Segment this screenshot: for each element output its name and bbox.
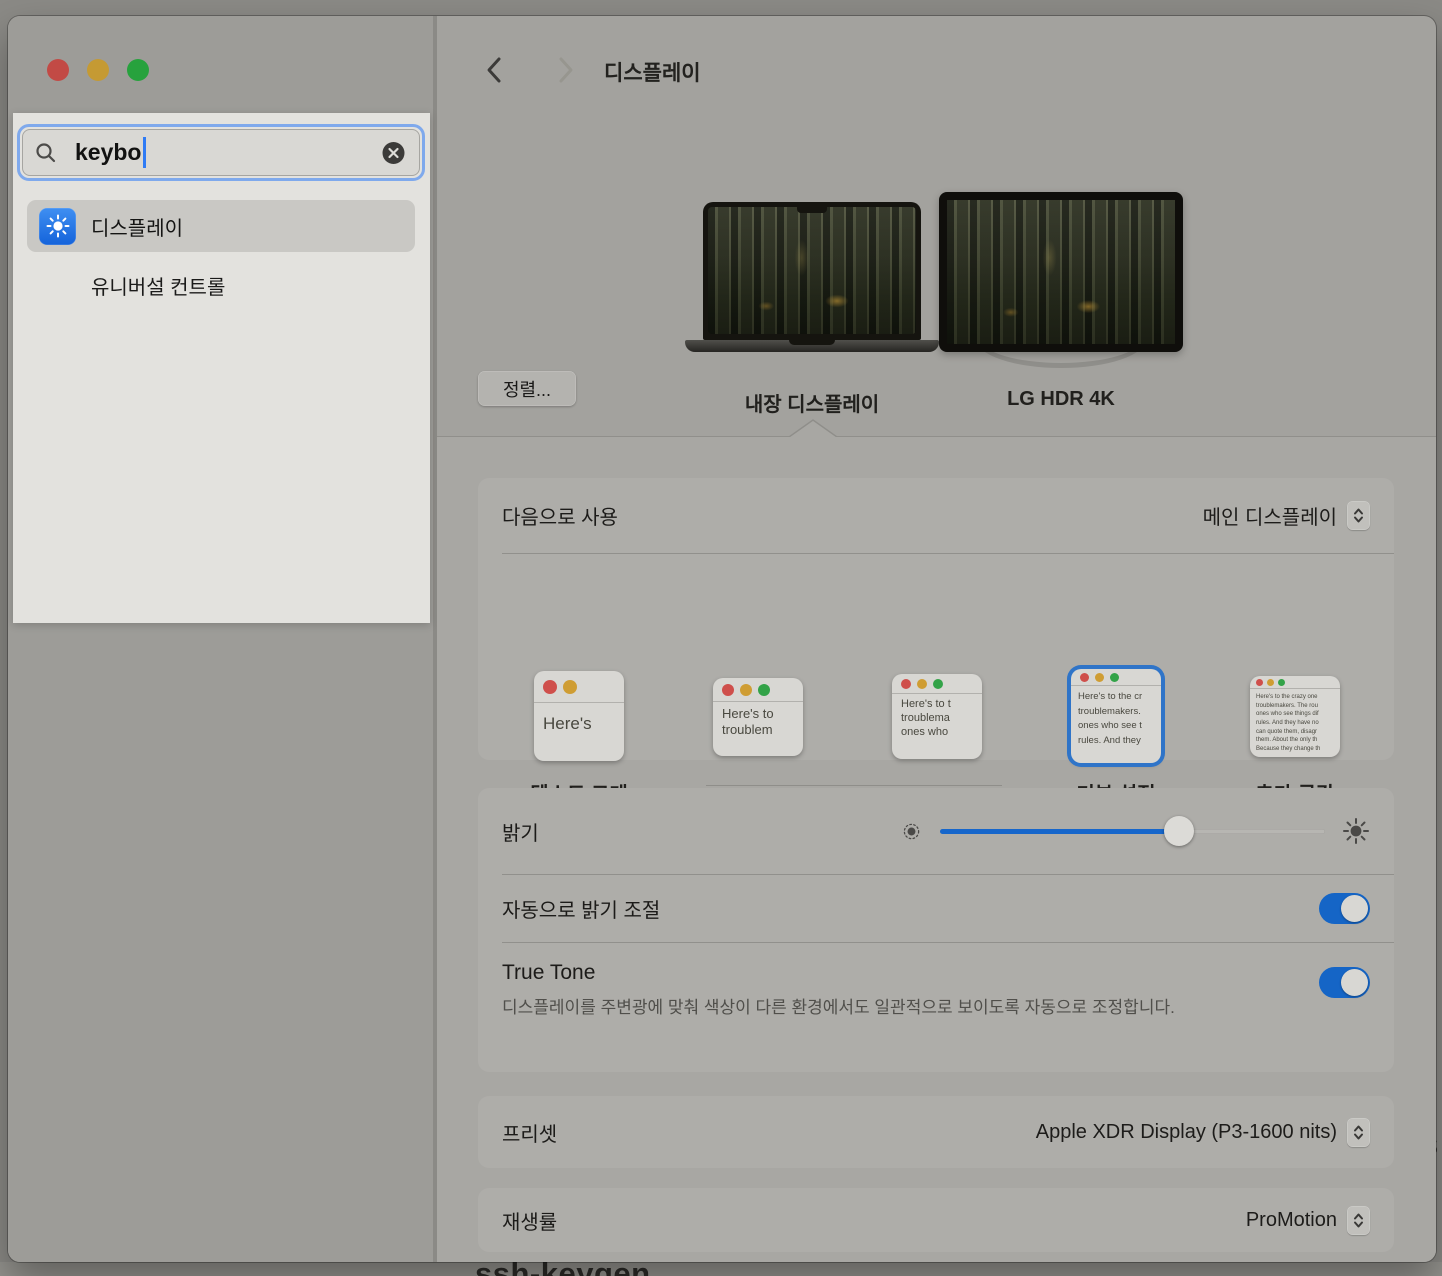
display-mode-card: 다음으로 사용 메인 디스플레이 Here's He: [478, 478, 1394, 760]
display-thumbnail-builtin[interactable]: [685, 202, 939, 352]
mock-window-text: Here's to the cr troublemakers. ones who…: [1071, 686, 1161, 749]
refresh-rate-row: 재생률 ProMotion: [478, 1188, 1394, 1252]
laptop-base: [685, 340, 939, 352]
true-tone-description: 디스플레이를 주변광에 맞춰 색상이 다른 환경에서도 일관적으로 보이도록 자…: [502, 993, 1175, 1023]
brightness-low-icon: [902, 822, 921, 841]
mock-window-titlebar: [1071, 669, 1161, 686]
preset-row: 프리셋 Apple XDR Display (P3-1600 nits): [478, 1096, 1394, 1168]
background-window-strip: [0, 1262, 1442, 1276]
search-input[interactable]: keybo: [22, 129, 420, 176]
scaling-track-line: [706, 785, 1002, 786]
wallpaper-image: [947, 200, 1175, 344]
preset-value: Apple XDR Display (P3-1600 nits): [1036, 1121, 1337, 1144]
refresh-rate-popup-button[interactable]: [1347, 1206, 1370, 1235]
auto-brightness-row: 자동으로 밝기 조절: [478, 875, 1394, 942]
preset-popup-button[interactable]: [1347, 1118, 1370, 1147]
refresh-rate-label: 재생률: [502, 1206, 557, 1235]
mock-window-titlebar: [713, 678, 803, 702]
text-caret: [143, 137, 146, 168]
display-name-lg: LG HDR 4K: [941, 388, 1181, 411]
auto-brightness-label: 자동으로 밝기 조절: [502, 894, 660, 923]
refresh-rate-value: ProMotion: [1246, 1209, 1337, 1232]
search-query-text: keybo: [75, 139, 141, 166]
scaling-option-more-space[interactable]: Here's to the crazy one troublemakers. T…: [1250, 676, 1340, 757]
scaling-option-default[interactable]: Here's to the cr troublemakers. ones who…: [1071, 669, 1161, 763]
laptop-screen: [703, 202, 921, 340]
mock-window-text: Here's to t troublema ones who: [892, 694, 982, 739]
minimize-button[interactable]: [87, 59, 109, 81]
search-result-label: 유니버설 컨트롤: [91, 271, 225, 300]
chevron-up-down-icon: [1353, 1124, 1364, 1141]
brightness-slider-thumb[interactable]: [1164, 816, 1194, 846]
true-tone-toggle[interactable]: [1319, 967, 1370, 998]
close-button[interactable]: [47, 59, 69, 81]
scaling-option-larger-text[interactable]: Here's: [534, 671, 624, 761]
brightness-slider[interactable]: [940, 829, 1325, 834]
true-tone-row: True Tone 디스플레이를 주변광에 맞춰 색상이 다른 환경에서도 일관…: [478, 943, 1394, 1023]
toggle-knob: [1341, 969, 1368, 996]
brightness-row: 밝기: [478, 788, 1394, 874]
brightness-label: 밝기: [502, 817, 539, 846]
forward-button[interactable]: [557, 56, 575, 84]
chevron-up-down-icon: [1353, 507, 1364, 524]
mock-window-titlebar: [1250, 676, 1340, 689]
use-as-popup-button[interactable]: [1347, 501, 1370, 530]
mock-window-titlebar: [892, 674, 982, 694]
brightness-card: 밝기: [478, 788, 1394, 1072]
scaling-option-2[interactable]: Here's to troublem: [713, 678, 803, 756]
preset-label: 프리셋: [502, 1118, 557, 1147]
use-as-label: 다음으로 사용: [502, 501, 618, 530]
section-divider: [437, 436, 1436, 437]
true-tone-label: True Tone: [502, 961, 1175, 985]
page-title: 디스플레이: [604, 57, 701, 87]
preset-card: 프리셋 Apple XDR Display (P3-1600 nits): [478, 1096, 1394, 1168]
desktop: { "background": { "clipped_text_bottom":…: [0, 0, 1442, 1276]
scaling-options: Here's Here's to troublem Here's to t tr…: [478, 554, 1394, 760]
use-as-value: 메인 디스플레이: [1203, 501, 1337, 530]
search-results-panel: keybo 디스플레: [13, 113, 430, 623]
search-result-label: 디스플레이: [91, 212, 183, 241]
laptop-notch: [797, 207, 827, 213]
wallpaper-image: [708, 207, 916, 334]
use-as-row: 다음으로 사용 메인 디스플레이: [478, 478, 1394, 553]
mock-window-text: Here's to the crazy one troublemakers. T…: [1250, 689, 1340, 754]
auto-brightness-toggle[interactable]: [1319, 893, 1370, 924]
monitor-frame: [939, 192, 1183, 352]
system-settings-window: keybo 디스플레: [8, 16, 1436, 1262]
display-name-builtin: 내장 디스플레이: [692, 388, 932, 417]
back-button[interactable]: [485, 56, 503, 84]
arrange-button[interactable]: 정렬...: [478, 371, 576, 406]
brightness-icon: [39, 208, 76, 245]
selected-display-pointer: [789, 419, 837, 437]
window-controls: [47, 59, 149, 81]
mock-window-text: Here's: [534, 703, 624, 734]
chevron-up-down-icon: [1353, 1212, 1364, 1229]
search-focus-ring: keybo: [17, 124, 425, 181]
brightness-high-icon: [1342, 817, 1370, 845]
display-thumbnail-lg-hdr-4k[interactable]: [939, 192, 1183, 352]
search-result-displays[interactable]: 디스플레이: [27, 200, 415, 252]
refresh-rate-card: 재생률 ProMotion: [478, 1188, 1394, 1252]
zoom-button[interactable]: [127, 59, 149, 81]
brightness-slider-fill: [940, 829, 1179, 834]
search-result-universal-control[interactable]: 유니버설 컨트롤: [27, 261, 415, 309]
search-icon: [35, 142, 57, 164]
scaling-option-3[interactable]: Here's to t troublema ones who: [892, 674, 982, 759]
mock-window-titlebar: [534, 671, 624, 703]
clear-search-icon[interactable]: [382, 141, 405, 164]
toggle-knob: [1341, 895, 1368, 922]
mock-window-text: Here's to troublem: [713, 702, 803, 739]
